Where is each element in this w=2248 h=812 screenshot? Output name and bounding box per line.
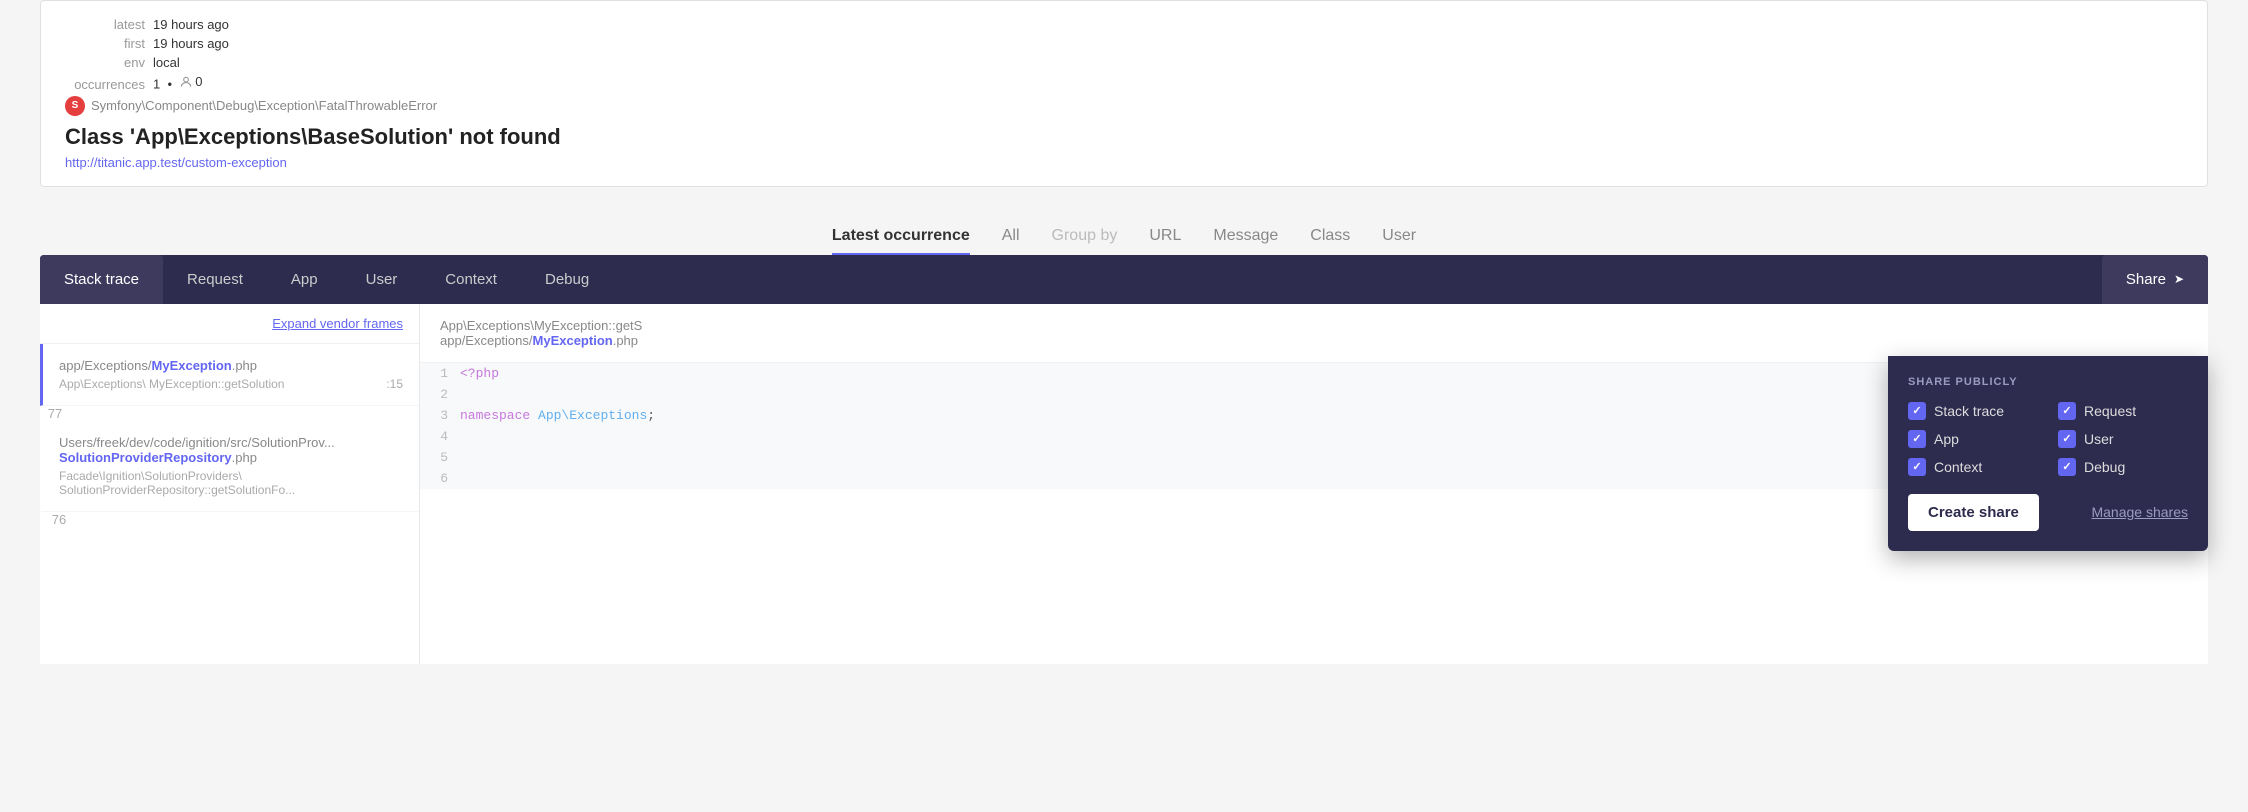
share-checkbox-stacktrace[interactable]	[1908, 402, 1926, 420]
share-checkbox-user[interactable]	[2058, 430, 2076, 448]
stack-func-row: App\Exceptions\ MyException::getSolution…	[59, 377, 403, 391]
share-publicly-title: SHARE PUBLICLY	[1908, 376, 2188, 388]
stack-item[interactable]: app/Exceptions/MyException.php App\Excep…	[40, 344, 419, 406]
share-arrow-icon: ➤	[2174, 272, 2184, 286]
exception-url[interactable]: http://titanic.app.test/custom-exception	[65, 155, 287, 170]
share-option-label-debug: Debug	[2084, 459, 2125, 475]
panel-tab-debug[interactable]: Debug	[521, 255, 613, 304]
exception-card: latest 19 hours ago first 19 hours ago e…	[40, 0, 2208, 187]
tab-latest-occurrence[interactable]: Latest occurrence	[832, 227, 970, 255]
share-option-label-app: App	[1934, 431, 1959, 447]
nav-tabs: Latest occurrence All Group by URL Messa…	[0, 211, 2248, 255]
tab-url[interactable]: URL	[1149, 227, 1181, 255]
meta-first: first 19 hours ago	[65, 36, 2183, 51]
share-option-label-user: User	[2084, 431, 2114, 447]
stack-item-row-1: 77	[40, 406, 419, 421]
share-dropdown: SHARE PUBLICLY Stack trace Request App U…	[1888, 356, 2208, 551]
tab-user[interactable]: User	[1382, 227, 1416, 255]
panel-tab-user[interactable]: User	[342, 255, 422, 304]
panel-tab-context[interactable]: Context	[421, 255, 521, 304]
share-option-stacktrace[interactable]: Stack trace	[1908, 402, 2038, 420]
share-checkbox-debug[interactable]	[2058, 458, 2076, 476]
code-header: App\Exceptions\MyException::getS app/Exc…	[420, 304, 2208, 363]
share-option-user[interactable]: User	[2058, 430, 2188, 448]
manage-shares-link[interactable]: Manage shares	[2091, 504, 2188, 520]
tab-group-by: Group by	[1052, 227, 1118, 255]
share-checkbox-app[interactable]	[1908, 430, 1926, 448]
tab-all[interactable]: All	[1002, 227, 1020, 255]
share-actions: Create share Manage shares	[1908, 494, 2188, 531]
stack-sidebar: Expand vendor frames app/Exceptions/MyEx…	[40, 304, 420, 664]
tab-message[interactable]: Message	[1213, 227, 1278, 255]
meta-latest-label: latest	[65, 17, 145, 32]
meta-first-label: first	[65, 36, 145, 51]
stack-func: App\Exceptions\ MyException::getSolution	[59, 377, 284, 391]
create-share-button[interactable]: Create share	[1908, 494, 2039, 531]
stack-num-2: 76	[44, 512, 74, 527]
stack-func: Facade\Ignition\SolutionProviders\ Solut…	[59, 469, 403, 497]
share-option-label-request: Request	[2084, 403, 2136, 419]
share-option-debug[interactable]: Debug	[2058, 458, 2188, 476]
share-option-label-stacktrace: Stack trace	[1934, 403, 2004, 419]
exception-title: Class 'App\Exceptions\BaseSolution' not …	[65, 124, 2183, 150]
meta-first-value: 19 hours ago	[153, 36, 229, 51]
main-panel: Stack trace Request App User Context Deb…	[40, 255, 2208, 664]
exception-namespace: S Symfony\Component\Debug\Exception\Fata…	[65, 96, 2183, 116]
share-option-app[interactable]: App	[1908, 430, 2038, 448]
share-option-context[interactable]: Context	[1908, 458, 2038, 476]
expand-vendor-button[interactable]: Expand vendor frames	[40, 304, 419, 344]
meta-occurrences-value: 1 • 0	[153, 74, 202, 92]
user-icon	[179, 75, 193, 89]
panel-tab-share[interactable]: Share ➤	[2102, 255, 2208, 304]
stack-file: app/Exceptions/MyException.php	[59, 358, 403, 373]
tab-class[interactable]: Class	[1310, 227, 1350, 255]
share-options: Stack trace Request App User Context	[1908, 402, 2188, 476]
share-checkbox-request[interactable]	[2058, 402, 2076, 420]
stack-num: 77	[40, 406, 70, 421]
panel-tab-app[interactable]: App	[267, 255, 342, 304]
stack-item-row-2: 76	[40, 512, 419, 527]
panel-tabs: Stack trace Request App User Context Deb…	[40, 255, 2208, 304]
share-option-label-context: Context	[1934, 459, 1982, 475]
meta-env: env local	[65, 55, 2183, 70]
meta-latest: latest 19 hours ago	[65, 17, 2183, 32]
meta-env-label: env	[65, 55, 145, 70]
panel-tab-request[interactable]: Request	[163, 255, 267, 304]
stack-line: :15	[386, 377, 403, 391]
meta-env-value: local	[153, 55, 180, 70]
meta-occurrences: occurrences 1 • 0	[65, 74, 2183, 92]
panel-content: Expand vendor frames app/Exceptions/MyEx…	[40, 304, 2208, 664]
stack-func-row: Facade\Ignition\SolutionProviders\ Solut…	[59, 469, 403, 497]
share-checkbox-context[interactable]	[1908, 458, 1926, 476]
panel-tab-stacktrace[interactable]: Stack trace	[40, 255, 163, 304]
meta-occurrences-label: occurrences	[65, 77, 145, 92]
stack-item[interactable]: Users/freek/dev/code/ignition/src/Soluti…	[40, 421, 419, 512]
exception-badge: S	[65, 96, 85, 116]
meta-latest-value: 19 hours ago	[153, 17, 229, 32]
stack-file: Users/freek/dev/code/ignition/src/Soluti…	[59, 435, 403, 465]
share-option-request[interactable]: Request	[2058, 402, 2188, 420]
